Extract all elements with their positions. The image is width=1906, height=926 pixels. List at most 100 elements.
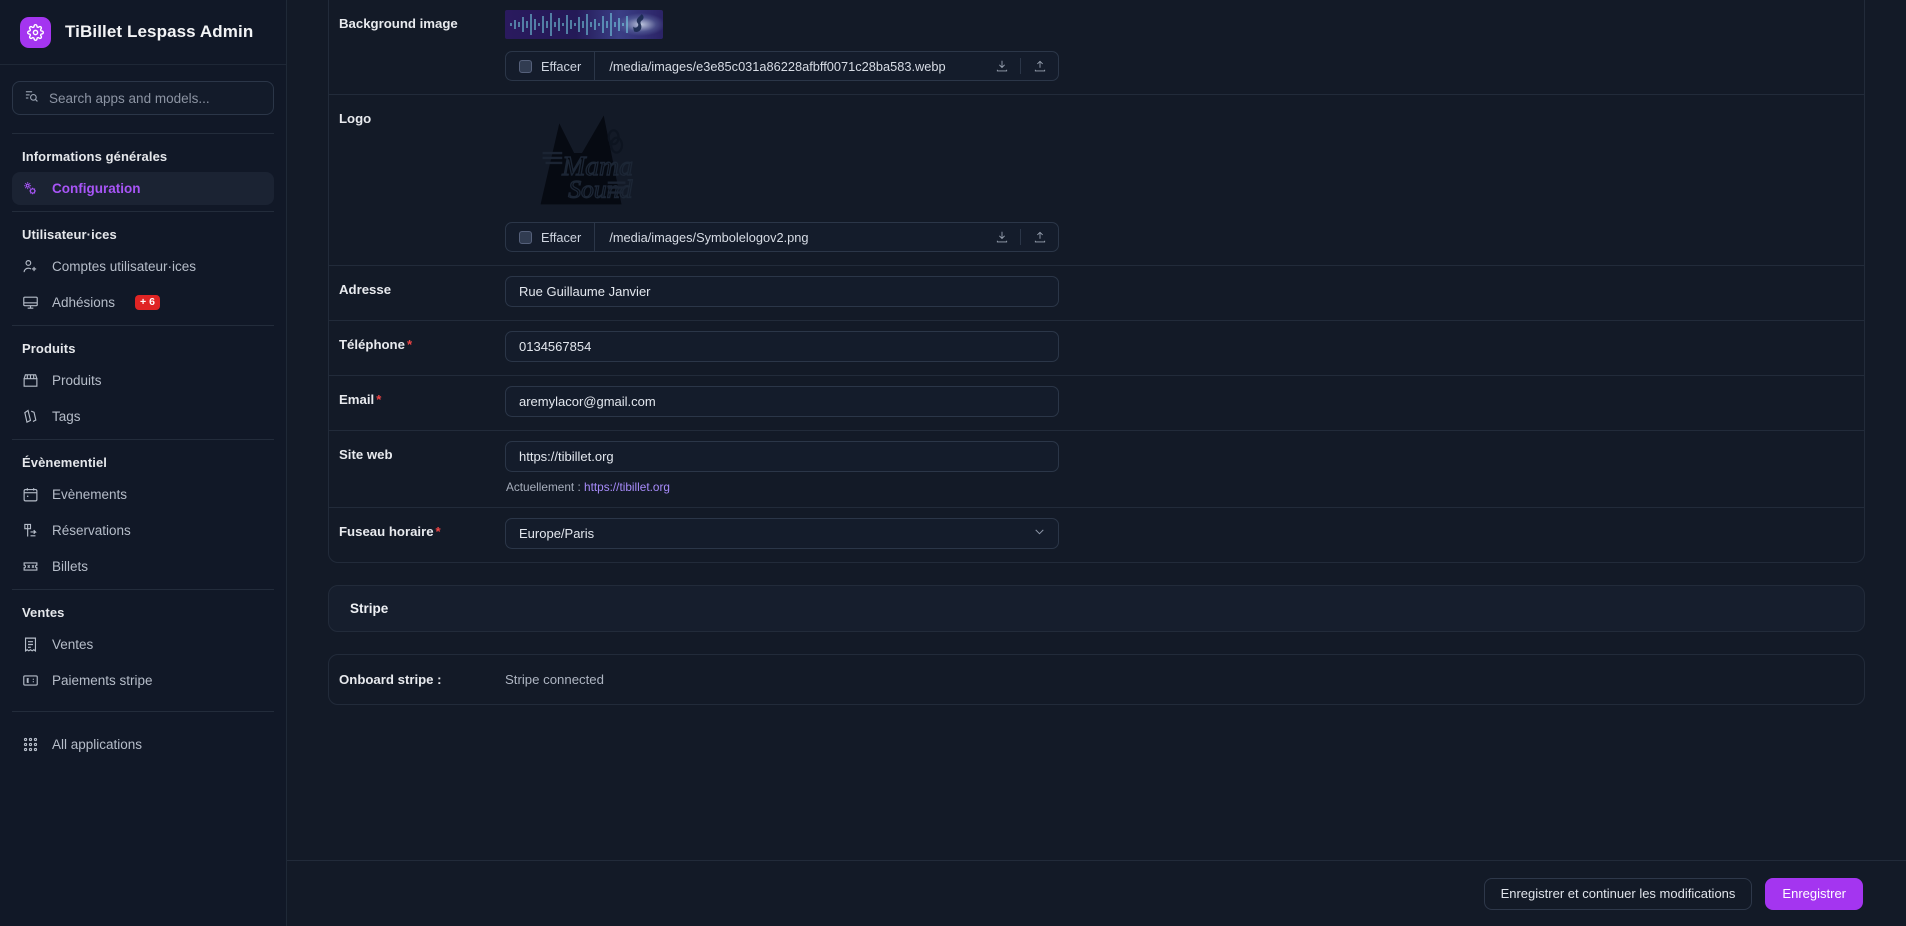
card-icon [22,294,39,311]
nav-group-informations-title: Informations générales [22,149,168,164]
form-row-logo: Logo Mama Sound Effacer /media/images/Sy… [329,95,1864,266]
fuseau-horaire-select-wrapper[interactable]: Europe/Paris [505,518,1059,549]
field-control: https://tibillet.org Actuellement : http… [505,431,1864,507]
current-site-link[interactable]: https://tibillet.org [584,480,670,494]
status-badge: + 6 [135,294,160,311]
form-row-email: Email * aremylacor@gmail.com [329,376,1864,431]
logo-preview: Mama Sound [505,105,663,210]
form-row-site-web: Site web https://tibillet.org Actuelleme… [329,431,1864,508]
field-control: Mama Sound Effacer /media/images/Symbole… [505,95,1864,265]
stripe-section-body: Onboard stripe : Stripe connected [328,654,1865,705]
field-label: Email * [329,376,505,430]
sidebar-item-paiements-stripe[interactable]: Paiements stripe [12,664,274,697]
sidebar-item-label: Adhésions [52,295,116,310]
save-and-continue-button[interactable]: Enregistrer et continuer les modificatio… [1483,877,1753,910]
sidebar-item-adhesions[interactable]: Adhésions + 6 [12,286,274,319]
upload-icon[interactable] [1021,223,1058,251]
field-control: Effacer /media/images/e3e85c031a86228afb… [505,0,1864,94]
nav-group-produits-title: Produits [22,341,76,356]
checkbox-icon[interactable] [519,59,532,73]
download-icon[interactable] [983,52,1020,80]
form-footer: Enregistrer et continuer les modificatio… [287,860,1906,926]
field-control: 0134567854 [505,321,1864,375]
field-label: Site web [329,431,505,507]
nav-group-utilisateurices-title: Utilisateur·ices [22,227,117,242]
brand-header: TiBillet Lespass Admin [0,0,286,65]
checkbox-icon[interactable] [519,230,532,244]
main-content: Background image Effacer /media/images/e… [287,0,1906,926]
fuseau-horaire-select[interactable]: Europe/Paris [505,518,1059,549]
sidebar-item-label: Configuration [52,181,141,196]
background-image-file-control: Effacer /media/images/e3e85c031a86228afb… [505,51,1059,81]
sidebar-nav: Informations générales Configuration Uti… [0,127,286,926]
background-image-filename: /media/images/e3e85c031a86228afbff0071c2… [609,58,946,74]
required-marker: * [435,524,441,539]
upload-icon[interactable] [1021,52,1058,80]
background-image-clear-checkbox[interactable]: Effacer [506,52,596,80]
background-image-actions [983,52,1058,80]
telephone-input[interactable]: 0134567854 [505,331,1059,362]
field-control: aremylacor@gmail.com [505,376,1864,430]
sidebar-item-ventes[interactable]: Ventes [12,628,274,661]
ticket-icon [22,558,39,575]
stripe-section-title: Stripe [328,585,1865,632]
clear-label: Effacer [541,229,582,245]
form-row-fuseau-horaire: Fuseau horaire * Europe/Paris [329,508,1864,562]
sidebar-item-configuration[interactable]: Configuration [12,172,274,205]
label-text: Adresse [339,282,392,297]
hint-prefix: Actuellement : [506,480,581,494]
app-title: TiBillet Lespass Admin [65,22,254,41]
sidebar-item-billets[interactable]: Billets [12,550,274,583]
sidebar-item-label: Réservations [52,523,131,538]
field-label: Adresse [329,266,505,320]
logo-file-control: Effacer /media/images/Symbolelogov2.png [505,222,1059,252]
nav-group-evenementiel-title: Évènementiel [22,455,108,470]
sidebar-item-tags[interactable]: Tags [12,400,274,433]
nav-divider-6 [12,711,274,712]
search-box[interactable] [12,81,274,115]
sidebar-item-label: Produits [52,373,102,388]
label-text: Fuseau horaire [339,524,434,539]
search-input[interactable] [49,90,262,106]
site-web-input[interactable]: https://tibillet.org [505,441,1059,472]
audio-waveform-icon [510,13,644,36]
sidebar-item-label: Billets [52,559,89,574]
onboard-stripe-value: Stripe connected [505,672,604,687]
money-bill-icon [22,672,39,689]
download-icon[interactable] [983,223,1020,251]
booking-icon [22,522,39,539]
label-text: Téléphone [339,337,405,352]
sidebar-item-comptes-utilisateurices[interactable]: Comptes utilisateur·ices [12,250,274,283]
settings-gears-icon [22,180,39,197]
store-icon [22,372,39,389]
sidebar-item-all-applications[interactable]: All applications [12,728,274,761]
logo-clear-checkbox[interactable]: Effacer [506,223,596,251]
clear-label: Effacer [541,58,582,74]
sidebar-item-label: Paiements stripe [52,673,153,688]
logo-actions [983,223,1058,251]
logo-filename: /media/images/Symbolelogov2.png [609,229,809,245]
grid-apps-icon [22,736,39,753]
sidebar-item-label: Tags [52,409,81,424]
sidebar-item-label: Evènements [52,487,128,502]
mama-sound-logo-icon: Mama Sound [540,115,634,205]
required-marker: * [406,337,413,352]
form-row-background-image: Background image Effacer /media/images/e… [329,0,1864,95]
email-input[interactable]: aremylacor@gmail.com [505,386,1059,417]
adresse-input[interactable]: Rue Guillaume Janvier [505,276,1059,307]
calendar-icon [22,486,39,503]
field-label: Logo [339,111,372,126]
save-button[interactable]: Enregistrer [1765,877,1863,910]
search-container [0,65,286,127]
label-text: Email [339,392,375,407]
sidebar-item-label: All applications [52,737,143,752]
sidebar: TiBillet Lespass Admin Informations géné… [0,0,287,926]
search-list-icon [24,88,39,108]
sidebar-item-produits[interactable]: Produits [12,364,274,397]
field-control: Rue Guillaume Janvier [505,266,1864,320]
sidebar-item-reservations[interactable]: Réservations [12,514,274,547]
tags-icon [22,408,39,425]
label-text: Site web [339,447,393,462]
field-label: Background image [339,16,458,31]
sidebar-item-evenements[interactable]: Evènements [12,478,274,511]
